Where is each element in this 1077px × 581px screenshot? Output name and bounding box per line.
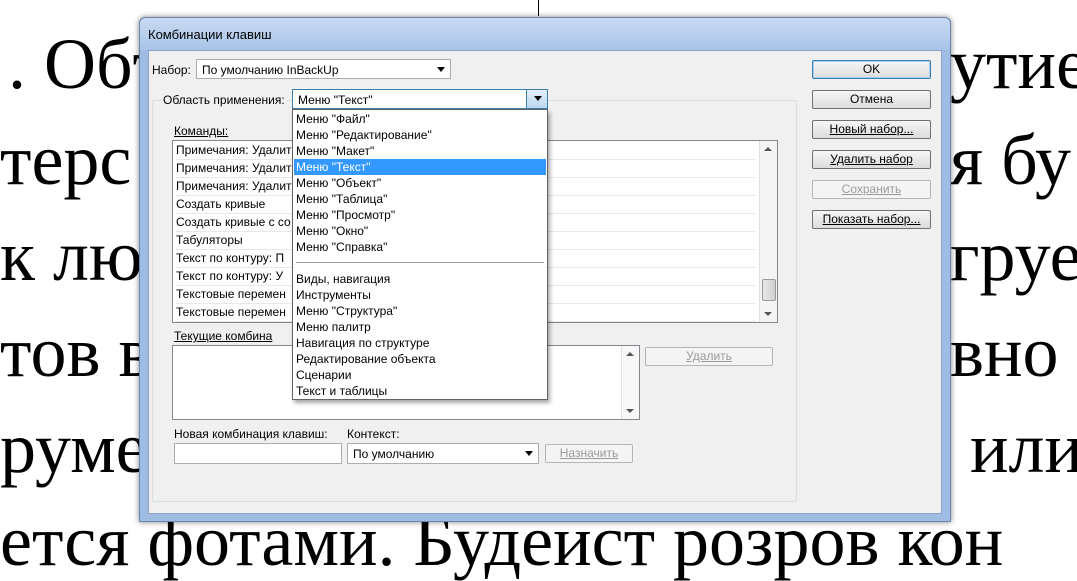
scroll-up-icon[interactable]: [764, 147, 772, 151]
dropdown-item-structure-navigation[interactable]: Навигация по структуре: [294, 335, 546, 351]
bg-text-line: груе: [950, 216, 1077, 296]
dropdown-item-text-menu[interactable]: Меню "Текст": [294, 159, 546, 175]
new-shortcut-input[interactable]: [174, 443, 342, 464]
cancel-button[interactable]: Отмена: [812, 90, 931, 109]
cancel-button-label: Отмена: [849, 92, 894, 106]
dropdown-item-edit-menu[interactable]: Меню "Редактирование": [294, 127, 546, 143]
chevron-down-icon: [534, 96, 542, 101]
delete-set-button[interactable]: Удалить набор: [812, 150, 931, 169]
dropdown-item-views-navigation[interactable]: Виды, навигация: [294, 271, 546, 287]
new-shortcut-label: Новая комбинация клавиш:: [174, 427, 328, 441]
set-select-value: По умолчанию InBackUp: [202, 63, 339, 77]
commands-label: Команды:: [174, 124, 229, 138]
bg-text-line: или: [970, 408, 1077, 488]
dropdown-item-panel-menu[interactable]: Меню палитр: [294, 319, 546, 335]
bg-text-line: вно: [950, 312, 1059, 392]
dropdown-item-object-menu[interactable]: Меню "Объект": [294, 175, 546, 191]
dropdown-separator: [296, 262, 544, 263]
scroll-thumb[interactable]: [762, 279, 776, 301]
text-cursor: [538, 0, 539, 16]
delete-set-button-label: Удалить набор: [830, 152, 913, 166]
bg-text-line: тов в: [0, 312, 153, 392]
save-button-label: Сохранить: [841, 182, 902, 196]
dropdown-item-tools[interactable]: Инструменты: [294, 287, 546, 303]
dropdown-item-text-and-tables[interactable]: Текст и таблицы: [294, 383, 546, 399]
context-select-value: По умолчанию: [353, 447, 435, 461]
scope-label: Область применения:: [161, 93, 287, 107]
bg-text-line: руме: [0, 408, 148, 488]
chevron-down-icon: [525, 451, 533, 456]
dropdown-item-window-menu[interactable]: Меню "Окно": [294, 223, 546, 239]
set-select[interactable]: По умолчанию InBackUp: [196, 59, 451, 79]
ok-button[interactable]: OK: [812, 60, 931, 79]
assign-button[interactable]: Назначить: [545, 444, 633, 463]
scope-dropdown-list: Меню "Файл" Меню "Редактирование" Меню "…: [292, 109, 548, 400]
current-shortcuts-label: Текущие комбина: [174, 329, 273, 343]
scope-dropdown-button[interactable]: [526, 90, 547, 108]
dropdown-item-structure-menu[interactable]: Меню "Структура": [294, 303, 546, 319]
scroll-up-icon[interactable]: [626, 352, 634, 356]
dropdown-item-layout-menu[interactable]: Меню "Макет": [294, 143, 546, 159]
dropdown-item-object-editing[interactable]: Редактирование объекта: [294, 351, 546, 367]
commands-scrollbar[interactable]: [759, 141, 777, 322]
current-shortcuts-scrollbar[interactable]: [621, 346, 639, 419]
dropdown-item-scripts[interactable]: Сценарии: [294, 367, 546, 383]
scope-select-value: Меню "Текст": [298, 93, 373, 107]
save-button[interactable]: Сохранить: [812, 180, 931, 199]
dropdown-item-file-menu[interactable]: Меню "Файл": [294, 111, 546, 127]
bg-text-line: утие: [950, 24, 1077, 104]
delete-shortcut-button-label: Удалить: [686, 349, 732, 363]
scroll-down-icon[interactable]: [626, 409, 634, 413]
chevron-down-icon: [437, 67, 445, 72]
dialog-title: Комбинации клавиш: [148, 27, 272, 42]
context-select[interactable]: По умолчанию: [347, 443, 539, 464]
bg-text-line: терс: [0, 120, 132, 200]
delete-shortcut-button[interactable]: Удалить: [645, 347, 773, 366]
dropdown-item-help-menu[interactable]: Меню "Справка": [294, 239, 546, 255]
assign-button-label: Назначить: [559, 446, 619, 460]
dropdown-item-view-menu[interactable]: Меню "Просмотр": [294, 207, 546, 223]
show-set-button-label: Показать набор...: [822, 212, 921, 226]
context-label: Контекст:: [347, 427, 400, 441]
bg-text-line: к лю: [0, 216, 143, 296]
bg-text-line: я бу: [950, 120, 1072, 200]
new-set-button[interactable]: Новый набор...: [812, 120, 931, 139]
show-set-button[interactable]: Показать набор...: [812, 210, 931, 229]
dialog-titlebar[interactable]: Комбинации клавиш: [140, 18, 950, 50]
new-set-button-label: Новый набор...: [829, 122, 914, 136]
ok-button-label: OK: [862, 62, 881, 76]
dropdown-item-table-menu[interactable]: Меню "Таблица": [294, 191, 546, 207]
scope-select[interactable]: Меню "Текст": [292, 89, 548, 109]
scroll-down-icon[interactable]: [764, 312, 772, 316]
set-label: Набор:: [152, 63, 191, 77]
